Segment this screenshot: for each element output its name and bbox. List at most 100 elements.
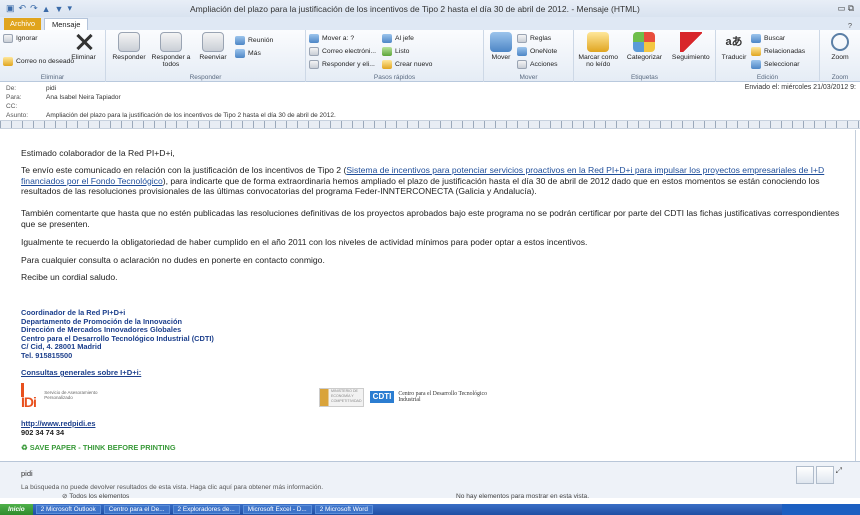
group-label: Zoom <box>831 74 849 81</box>
reply-button[interactable]: Responder <box>109 32 149 68</box>
meeting-button[interactable]: Reunión <box>235 34 273 47</box>
cdti-logo: CDTI Centro para el Desarrollo Tecnológi… <box>369 390 505 404</box>
consultas-heading[interactable]: Consultas generales sobre I+D+i: <box>21 368 141 379</box>
categorize-button[interactable]: Categorizar <box>623 32 665 68</box>
taskbar: Inicio 2 Microsoft Outlook Centro para e… <box>0 504 860 515</box>
message-body[interactable]: Estimado colaborador de la Red PI+D+i, T… <box>0 130 856 461</box>
idi-logo-subtitle: Servicio de Asesoramiento Personalizado <box>44 390 98 400</box>
window-title: Ampliación del plazo para la justificaci… <box>190 3 640 14</box>
avatar[interactable] <box>815 466 834 484</box>
team-email-step[interactable]: Correo electróni... <box>309 45 376 58</box>
group-pasos-rapidos: Mover a: ? Correo electróni... Responder… <box>306 30 484 82</box>
cdti-badge: CDTI <box>369 390 395 404</box>
move-to-step[interactable]: Mover a: ? <box>309 32 376 45</box>
group-label: Etiquetas <box>630 74 659 81</box>
closing: Recibe un cordial saludo. <box>21 272 118 282</box>
zoom-button[interactable]: Zoom <box>823 32 857 61</box>
taskbar-item[interactable]: 2 Microsoft Outlook <box>35 505 101 514</box>
flag-icon <box>679 32 702 52</box>
save-icon[interactable]: ▣ <box>6 3 15 14</box>
people-pane-note[interactable]: La búsqueda no puede devolver resultados… <box>21 484 323 491</box>
outlook-message-window: ▣ ↶ ↷ ▲ ▼ ▾ Ampliación del plazo para la… <box>0 0 860 515</box>
idi-logo-mark: IDi <box>21 382 37 409</box>
help-icon[interactable]: ? <box>848 21 860 30</box>
cc-row: CC: <box>6 103 18 110</box>
start-button[interactable]: Inicio <box>0 504 33 515</box>
taskbar-item[interactable]: 2 Exploradores de... <box>172 505 240 514</box>
idi-logo[interactable]: IDi Servicio de Asesoramiento Personaliz… <box>21 382 111 409</box>
junk-icon <box>3 57 13 66</box>
mark-unread-button[interactable]: Marcar como no leído <box>577 32 619 68</box>
group-edicion: aあ Traducir Buscar Relacionadas Seleccion… <box>716 30 820 82</box>
paragraph-1: Te envío este comunicado en relación con… <box>21 165 825 196</box>
no-items-message: No hay elementos para mostrar en esta vi… <box>456 493 590 500</box>
check-icon <box>382 47 393 56</box>
done-step[interactable]: Listo <box>382 45 432 58</box>
forward-button[interactable]: Reenviar <box>193 32 233 68</box>
to-value[interactable]: Ana Isabel Neira Tapiador <box>46 93 121 102</box>
signature: Coordinador de la Red PI+D+i Departament… <box>21 308 841 361</box>
related-icon <box>751 47 761 56</box>
taskbar-item[interactable]: 2 Microsoft Word <box>314 505 373 514</box>
group-label: Pasos rápidos <box>373 74 416 81</box>
actions-icon <box>517 60 527 69</box>
undo-icon[interactable]: ↶ <box>19 3 27 14</box>
create-new-step[interactable]: Crear nuevo <box>382 58 432 71</box>
translate-button[interactable]: aあ Traducir <box>719 32 749 71</box>
title-bar: ▣ ↶ ↷ ▲ ▼ ▾ Ampliación del plazo para la… <box>0 0 860 17</box>
ministerio-logo: MINISTERIO DE ECONOMÍA Y COMPETITIVIDAD <box>319 387 364 407</box>
redo-icon[interactable]: ↷ <box>30 3 38 14</box>
rules-button[interactable]: Reglas <box>517 32 558 45</box>
move-button[interactable]: Mover <box>487 32 515 71</box>
ribbon: Ignorar Correo no deseado Eliminar Elimi… <box>0 30 860 82</box>
forward-icon <box>202 32 224 52</box>
expand-icon[interactable]: ⤢ <box>836 466 842 484</box>
quick-access-toolbar: ▣ ↶ ↷ ▲ ▼ ▾ <box>0 3 190 14</box>
minimize-icon[interactable]: ▭ ⧉ <box>830 3 860 14</box>
select-button[interactable]: Seleccionar <box>751 58 805 71</box>
lightning-icon <box>382 60 393 69</box>
group-label: Edición <box>756 74 779 81</box>
folder-icon <box>309 34 319 43</box>
down-arrow-icon[interactable]: ▼ <box>55 4 64 14</box>
more-button[interactable]: Más <box>235 47 273 60</box>
paragraph-2: También comentarte que hasta que no esté… <box>21 208 840 229</box>
magnifier-icon <box>831 33 849 51</box>
paragraph-4: Para cualquier consulta o aclaración no … <box>21 255 325 265</box>
ignore-icon <box>3 34 13 43</box>
leaf-icon: ♻ <box>21 443 28 452</box>
delete-button[interactable]: Eliminar <box>65 32 102 68</box>
subject-value: Ampliación del plazo para la justificaci… <box>46 112 336 119</box>
qat-more-icon[interactable]: ▾ <box>67 3 72 14</box>
avatar[interactable] <box>795 466 814 484</box>
followup-button[interactable]: Seguimiento <box>670 32 712 68</box>
categories-icon <box>633 32 656 52</box>
all-items-filter[interactable]: ⊘ Todos los elementos <box>62 492 129 500</box>
reply-delete-step[interactable]: Responder y eli... <box>309 58 376 71</box>
onenote-button[interactable]: OneNote <box>517 45 558 58</box>
related-button[interactable]: Relacionadas <box>751 45 805 58</box>
translate-icon: aあ <box>725 36 743 48</box>
signature-line: Tel. 915815500 <box>21 350 73 360</box>
to-row: Para: Ana Isabel Neira Tapiador <box>6 93 121 102</box>
group-responder: Responder Responder a todos Reenviar Reu… <box>106 30 306 82</box>
find-button[interactable]: Buscar <box>751 32 805 45</box>
people-pane-name[interactable]: pidi <box>21 469 33 478</box>
taskbar-item[interactable]: Microsoft Excel - D... <box>242 505 312 514</box>
from-value[interactable]: pidi <box>46 84 56 93</box>
signature-line: Centro para el Desarrollo Tecnológico In… <box>21 333 214 343</box>
junk-button[interactable]: Correo no deseado <box>3 55 74 68</box>
tab-message[interactable]: Mensaje <box>44 18 89 30</box>
tab-file[interactable]: Archivo <box>4 18 42 30</box>
people-pane: pidi ⤢ La búsqueda no puede devolver res… <box>0 461 860 500</box>
reply-all-button[interactable]: Responder a todos <box>151 32 191 68</box>
taskbar-item[interactable]: Centro para el De... <box>103 505 170 514</box>
eco-note: ♻ SAVE PAPER - THINK BEFORE PRINTING <box>21 443 176 452</box>
binoculars-icon <box>751 34 761 43</box>
actions-button[interactable]: Acciones <box>517 58 558 71</box>
people-avatars: ⤢ <box>795 466 842 484</box>
to-manager-step[interactable]: Al jefe <box>382 32 432 45</box>
up-arrow-icon[interactable]: ▲ <box>42 4 51 14</box>
cdti-logos[interactable]: MINISTERIO DE ECONOMÍA Y COMPETITIVIDAD … <box>319 387 505 407</box>
ignore-button[interactable]: Ignorar <box>3 32 65 45</box>
